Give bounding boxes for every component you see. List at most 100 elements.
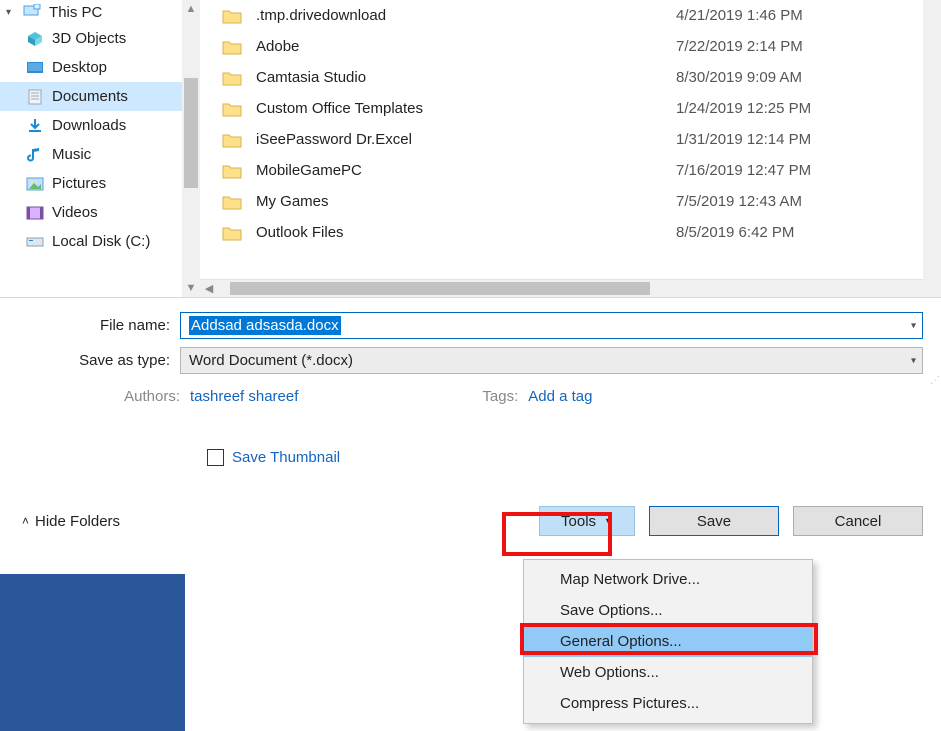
tree-item-label: Videos [52, 204, 98, 221]
tree-item-downloads[interactable]: Downloads [0, 111, 200, 140]
save-as-type-label: Save as type: [22, 352, 180, 369]
folder-icon [222, 194, 242, 210]
file-list[interactable]: .tmp.drivedownload 4/21/2019 1:46 PM Ado… [200, 0, 941, 279]
cancel-button[interactable]: Cancel [793, 506, 923, 536]
tree-item-label: This PC [49, 4, 102, 21]
folder-icon [222, 8, 242, 24]
file-date: 1/24/2019 12:25 PM [676, 100, 941, 117]
chevron-up-icon: ˄ [22, 514, 29, 528]
tools-label: Tools [561, 513, 596, 530]
folder-icon [222, 70, 242, 86]
tree-item-videos[interactable]: Videos [0, 198, 200, 227]
file-date: 7/5/2019 12:43 AM [676, 193, 941, 210]
tree-item-label: Pictures [52, 175, 106, 192]
file-list-horizontal-scrollbar[interactable]: ◀ ▶ [200, 279, 941, 297]
scroll-up-icon[interactable]: ▲ [186, 0, 197, 18]
file-date: 4/21/2019 1:46 PM [676, 7, 941, 24]
menu-item-save-options[interactable]: Save Options... [524, 595, 812, 626]
documents-icon [26, 89, 44, 105]
pc-icon [23, 4, 41, 20]
file-name: Adobe [256, 38, 676, 55]
file-list-pane: .tmp.drivedownload 4/21/2019 1:46 PM Ado… [200, 0, 941, 297]
tree-item-3d-objects[interactable]: 3D Objects [0, 24, 200, 53]
file-row[interactable]: My Games 7/5/2019 12:43 AM [200, 186, 941, 217]
file-name: .tmp.drivedownload [256, 7, 676, 24]
tree-item-this-pc[interactable]: ▾ This PC [0, 0, 200, 24]
menu-item-compress-pictures[interactable]: Compress Pictures... [524, 688, 812, 719]
menu-item-general-options[interactable]: General Options... [524, 626, 812, 657]
file-date: 7/16/2019 12:47 PM [676, 162, 941, 179]
scroll-down-icon[interactable]: ▼ [186, 279, 197, 297]
folder-icon [222, 225, 242, 241]
scroll-thumb[interactable] [184, 78, 198, 188]
file-row[interactable]: iSeePassword Dr.Excel 1/31/2019 12:14 PM [200, 124, 941, 155]
file-name: MobileGamePC [256, 162, 676, 179]
menu-item-map-network-drive[interactable]: Map Network Drive... [524, 564, 812, 595]
chevron-down-icon: ▼ [604, 516, 613, 526]
filename-input[interactable]: Addsad adsasda.docx ▾ [180, 312, 923, 339]
tags-input[interactable]: Add a tag [528, 388, 592, 405]
scroll-left-icon[interactable]: ◀ [200, 280, 218, 298]
tree-item-pictures[interactable]: Pictures [0, 169, 200, 198]
save-thumbnail-label: Save Thumbnail [232, 449, 340, 466]
tags-label: Tags: [482, 388, 518, 405]
chevron-down-icon: ▾ [6, 7, 11, 18]
menu-item-web-options[interactable]: Web Options... [524, 657, 812, 688]
videos-icon [26, 205, 44, 221]
tree-scrollbar[interactable]: ▲ ▼ [182, 0, 200, 297]
scroll-thumb[interactable] [230, 282, 650, 295]
file-row[interactable]: Adobe 7/22/2019 2:14 PM [200, 31, 941, 62]
drive-icon [26, 234, 44, 250]
cube-icon [26, 31, 44, 47]
tree-item-label: Desktop [52, 59, 107, 76]
pictures-icon [26, 176, 44, 192]
file-browser: ▾ This PC 3D Objects Desktop [0, 0, 941, 298]
filename-value: Addsad adsasda.docx [189, 316, 341, 335]
file-row[interactable]: Custom Office Templates 1/24/2019 12:25 … [200, 93, 941, 124]
save-as-type-select[interactable]: Word Document (*.docx) ▾ [180, 347, 923, 374]
file-date: 1/31/2019 12:14 PM [676, 131, 941, 148]
save-thumbnail-checkbox[interactable] [207, 449, 224, 466]
file-list-vertical-scrollbar[interactable] [923, 0, 941, 297]
save-panel: File name: Addsad adsasda.docx ▾ Save as… [0, 298, 941, 546]
chevron-down-icon[interactable]: ▾ [911, 355, 916, 366]
filename-label: File name: [22, 317, 180, 334]
file-name: iSeePassword Dr.Excel [256, 131, 676, 148]
file-row[interactable]: Outlook Files 8/5/2019 6:42 PM [200, 217, 941, 248]
downloads-icon [26, 118, 44, 134]
tree-item-label: 3D Objects [52, 30, 126, 47]
file-name: Custom Office Templates [256, 100, 676, 117]
folder-icon [222, 39, 242, 55]
music-icon [26, 147, 44, 163]
file-date: 8/30/2019 9:09 AM [676, 69, 941, 86]
file-name: Camtasia Studio [256, 69, 676, 86]
authors-label: Authors: [80, 388, 180, 405]
word-app-background [0, 574, 185, 731]
folder-icon [222, 132, 242, 148]
file-row[interactable]: MobileGamePC 7/16/2019 12:47 PM [200, 155, 941, 186]
tools-menu: Map Network Drive... Save Options... Gen… [523, 559, 813, 724]
authors-value[interactable]: tashreef shareef [190, 388, 298, 405]
tree-item-label: Documents [52, 88, 128, 105]
chevron-down-icon[interactable]: ▾ [911, 320, 916, 331]
file-row[interactable]: .tmp.drivedownload 4/21/2019 1:46 PM [200, 0, 941, 31]
file-date: 8/5/2019 6:42 PM [676, 224, 941, 241]
tree-item-music[interactable]: Music [0, 140, 200, 169]
save-button[interactable]: Save [649, 506, 779, 536]
hide-folders-toggle[interactable]: ˄ Hide Folders [22, 513, 120, 530]
tree-item-label: Downloads [52, 117, 126, 134]
tools-dropdown-button[interactable]: Tools ▼ [539, 506, 635, 536]
save-as-type-value: Word Document (*.docx) [189, 352, 353, 369]
tree-item-local-disk[interactable]: Local Disk (C:) [0, 227, 200, 256]
tree-item-documents[interactable]: Documents [0, 82, 200, 111]
resize-grip-icon[interactable]: ⋰ [930, 375, 938, 386]
folder-icon [222, 163, 242, 179]
tree-item-desktop[interactable]: Desktop [0, 53, 200, 82]
file-date: 7/22/2019 2:14 PM [676, 38, 941, 55]
folder-icon [222, 101, 242, 117]
navigation-tree: ▾ This PC 3D Objects Desktop [0, 0, 200, 297]
desktop-icon [26, 60, 44, 76]
file-name: Outlook Files [256, 224, 676, 241]
tree-item-label: Music [52, 146, 91, 163]
file-row[interactable]: Camtasia Studio 8/30/2019 9:09 AM [200, 62, 941, 93]
